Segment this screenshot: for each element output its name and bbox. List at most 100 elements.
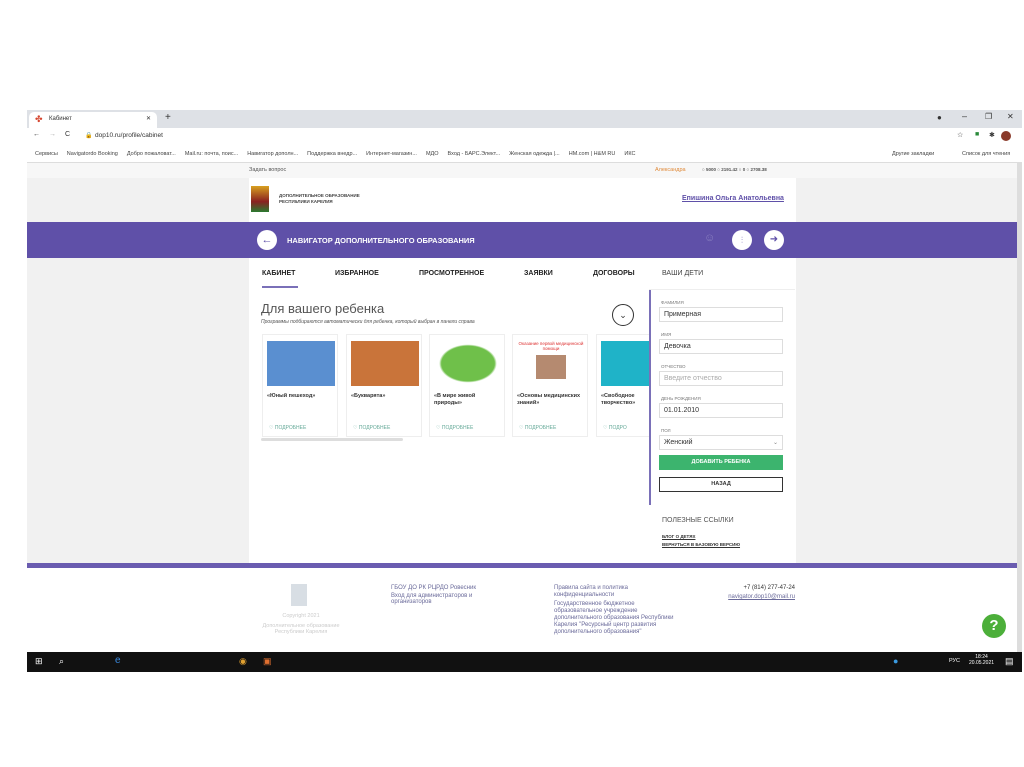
extension-icon[interactable]: ■	[975, 131, 979, 138]
chevron-down-icon: ⌄	[772, 440, 778, 446]
more-link[interactable]: ♡ ПОДРОБНЕЕ	[436, 425, 473, 431]
patronymic-input[interactable]: Введите отчество	[659, 371, 783, 386]
program-card[interactable]: «Свободное творчество» ♡ ПОДРО	[596, 334, 649, 437]
clock[interactable]: 18:24 20.05.2021	[969, 654, 994, 666]
more-link[interactable]: ♡ ПОДРОБНЕЕ	[519, 425, 556, 431]
more-link[interactable]: ♡ ПОДРОБНЕЕ	[353, 425, 390, 431]
footer-col-3: Правила сайта и политика конфиденциально…	[554, 585, 679, 636]
carousel-scrollbar[interactable]	[261, 438, 403, 441]
bookmark[interactable]: HM.com | H&M RU	[569, 151, 616, 157]
footer-col-2: ГБОУ ДО РК РЦРДО Ровесник Вход для админи…	[391, 585, 501, 605]
footer-contacts: +7 (814) 277-47-24 navigator.dop10@mail.r…	[707, 585, 795, 600]
back-form-button[interactable]: НАЗАД	[659, 477, 783, 492]
program-card[interactable]: Оказание первой медицинской помощи «Основ…	[512, 334, 588, 437]
help-button[interactable]: ?	[982, 614, 1006, 638]
tab-cabinet[interactable]: КАБИНЕТ	[262, 270, 295, 277]
privacy-link[interactable]: Правила сайта и политика конфиденциально…	[554, 585, 679, 599]
program-image	[434, 341, 502, 386]
tab-favorites[interactable]: ИЗБРАННОЕ	[335, 270, 379, 277]
windows-start-icon[interactable]: ⊞	[35, 656, 43, 667]
edge-icon[interactable]: e	[115, 655, 121, 666]
bookmark[interactable]: ИКС	[624, 151, 635, 157]
footer-emblem-logo	[291, 584, 307, 606]
name-input[interactable]: Девочка	[659, 339, 783, 354]
email-link[interactable]: navigator.dop10@mail.ru	[707, 594, 795, 600]
bookmark[interactable]: Вход - БАРС.Элект...	[448, 151, 501, 157]
close-window-icon[interactable]: ✕	[1007, 112, 1014, 121]
address-bar: ← → C 🔒 dop10.ru/profile/cabinet ☆ ■ ✱	[27, 128, 1022, 146]
powerpoint-icon[interactable]: ▣	[263, 656, 272, 667]
bookmark[interactable]: Navigatordo Booking	[67, 151, 118, 157]
basic-version-link[interactable]: ВЕРНУТЬСЯ В БАЗОВУЮ ВЕРСИЮ	[662, 542, 740, 547]
bookmark[interactable]: Добро пожаловат...	[127, 151, 176, 157]
bookmark[interactable]: Поддержка внедр...	[307, 151, 357, 157]
program-image: Оказание первой медицинской помощи	[517, 341, 585, 386]
program-card[interactable]: «В мире живой природы» ♡ ПОДРОБНЕЕ	[429, 334, 505, 437]
collapse-chevron-button[interactable]: ⌄	[612, 304, 634, 326]
useful-links-title: ПОЛЕЗНЫЕ ССЫЛКИ	[662, 517, 734, 524]
ask-question-link[interactable]: Задать вопрос	[249, 167, 286, 173]
program-image	[601, 341, 649, 386]
footer-copyright: Copyright 2021 Дополнительное образование…	[249, 613, 353, 635]
footer-link[interactable]: ГБОУ ДО РК РЦРДО Ровесник	[391, 585, 501, 591]
language-indicator[interactable]: РУС	[949, 658, 960, 664]
add-child-button[interactable]: ДОБАВИТЬ РЕБЕНКА	[659, 455, 783, 470]
bookmark[interactable]: МДО	[426, 151, 439, 157]
program-card[interactable]: «Букварята» ♡ ПОДРОБНЕЕ	[346, 334, 422, 437]
puzzle-icon[interactable]: ✱	[989, 131, 995, 139]
forward-icon[interactable]: →	[49, 131, 56, 138]
bookmark[interactable]: Mail.ru: почта, поис...	[185, 151, 238, 157]
reload-icon[interactable]: C	[65, 131, 70, 138]
tab-applications[interactable]: ЗАЯВКИ	[524, 270, 553, 277]
surname-input[interactable]: Примерная	[659, 307, 783, 322]
footer-org-text: Дополнительное образование Республики Ка…	[262, 623, 340, 635]
more-label: ПОДРО	[608, 425, 627, 431]
account-name[interactable]: Александра	[655, 167, 686, 173]
bookmark[interactable]: Навигатор дополн...	[247, 151, 298, 157]
blog-link[interactable]: БЛОГ О ДЕТЯХ	[662, 534, 695, 539]
profile-icon[interactable]: ●	[937, 113, 942, 122]
org-logo-text[interactable]: ДОПОЛНИТЕЛЬНОЕ ОБРАЗОВАНИЕ РЕСПУБЛИКИ КАР…	[279, 193, 360, 205]
gender-select[interactable]: Женский ⌄	[659, 435, 783, 450]
scrollbar[interactable]	[1017, 163, 1022, 652]
search-icon[interactable]: ⌕	[59, 656, 64, 667]
back-icon[interactable]: ←	[33, 131, 40, 138]
surname-label: ФАМИЛИЯ	[661, 300, 684, 305]
more-link[interactable]: ♡ ПОДРОБНЕЕ	[269, 425, 306, 431]
new-tab-icon[interactable]: +	[165, 112, 171, 123]
close-tab-icon[interactable]: ✕	[146, 115, 151, 122]
more-label: ПОДРОБНЕЕ	[441, 425, 474, 431]
url-input[interactable]: dop10.ru/profile/cabinet	[95, 132, 163, 139]
bookmark[interactable]: Интернет-магазин...	[366, 151, 417, 157]
more-label: ПОДРОБНЕЕ	[274, 425, 307, 431]
bookmark[interactable]: Сервисы	[35, 151, 58, 157]
chrome-icon[interactable]: ◉	[239, 656, 247, 667]
other-bookmarks[interactable]: Другие закладки	[892, 151, 934, 157]
patronymic-label: ОТЧЕСТВО	[661, 364, 686, 369]
lock-icon: 🔒	[85, 133, 93, 139]
tray-icon[interactable]: ●	[893, 656, 898, 666]
reading-list[interactable]: Список для чтения	[962, 151, 1010, 157]
filter-settings-button[interactable]: ⫶	[732, 230, 752, 250]
logout-button[interactable]: ➜	[764, 230, 784, 250]
avatar[interactable]	[1001, 131, 1011, 141]
section-title: Для вашего ребенка	[261, 301, 385, 316]
bookmark[interactable]: Женская одежда |...	[509, 151, 560, 157]
browser-tab[interactable]: ✤ Кабинет ✕	[29, 112, 157, 128]
minimize-icon[interactable]: –	[962, 111, 967, 121]
back-button[interactable]: ←	[257, 230, 277, 250]
maximize-icon[interactable]: ❐	[985, 112, 992, 121]
balance-stats: ○ 5000 ○ 2191.42 ○ 0 ○ 2708.38	[702, 167, 767, 172]
user-name-link[interactable]: Епишина Ольга Анатольевна	[682, 195, 784, 202]
footer-org-description: Государственное бюджетное образовательно…	[554, 601, 674, 635]
user-icon[interactable]: ☺	[704, 232, 715, 244]
notifications-icon[interactable]: ▤	[1005, 656, 1014, 667]
program-card[interactable]: «Юный пешеход» ♡ ПОДРОБНЕЕ	[262, 334, 338, 437]
tab-viewed[interactable]: ПРОСМОТРЕННОЕ	[419, 270, 484, 277]
star-icon[interactable]: ☆	[957, 131, 963, 139]
more-link[interactable]: ♡ ПОДРО	[603, 425, 627, 431]
cabinet-tabs: КАБИНЕТ ИЗБРАННОЕ ПРОСМОТРЕННОЕ ЗАЯВКИ Д…	[249, 270, 649, 290]
admin-login-link[interactable]: Вход для администраторов и организаторов	[391, 593, 501, 605]
tab-contracts[interactable]: ДОГОВОРЫ	[593, 270, 635, 277]
birthday-input[interactable]: 01.01.2010	[659, 403, 783, 418]
